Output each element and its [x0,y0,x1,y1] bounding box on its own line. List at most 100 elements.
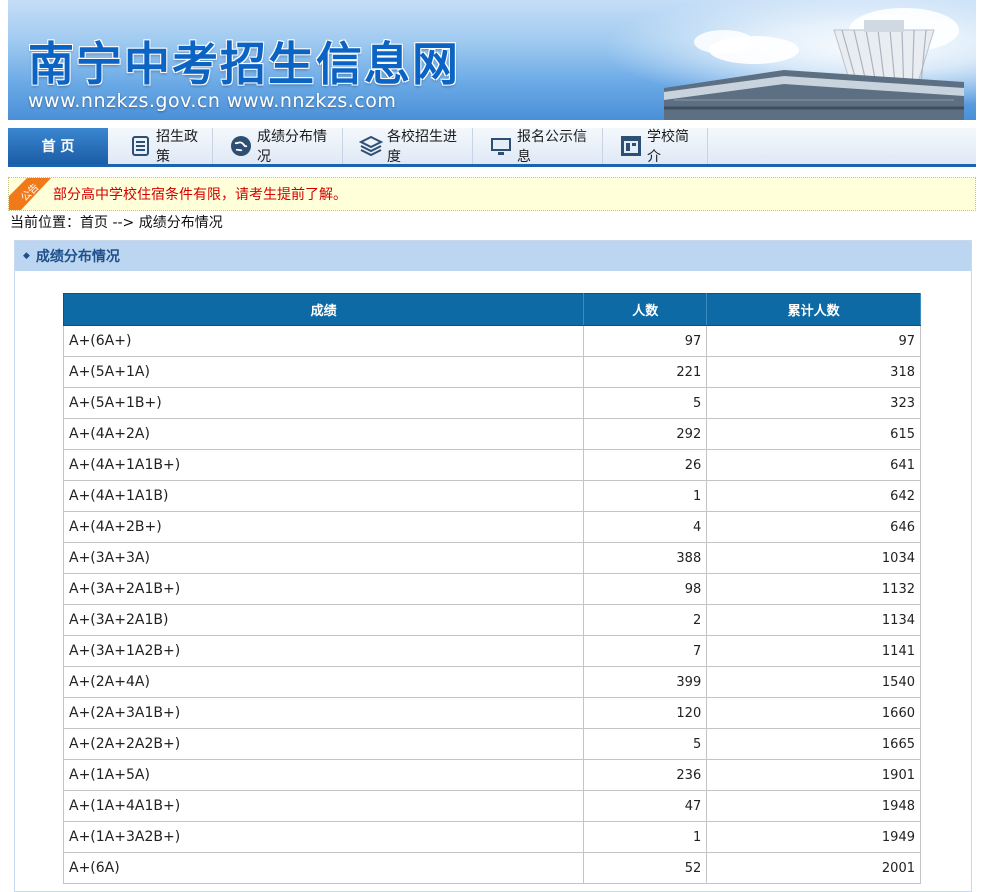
cell-count: 221 [583,356,708,388]
cell-score: A+(2A+3A1B+) [62,697,585,729]
score-distribution-table: 成绩 人数 累计人数 A+(6A+) 97 97 A+(5A+1A) 221 318 A+(… [62,293,921,884]
cell-cumulative: 323 [706,387,921,419]
table-row: A+(1A+3A2B+) 1 1949 [62,821,921,853]
site-banner: 南宁中考招生信息网 www.nnzkzs.gov.cn www.nnzkzs.c… [8,0,976,120]
cell-cumulative: 642 [706,480,921,512]
cell-count: 5 [583,728,708,760]
table-row: A+(4A+2B+) 4 646 [62,511,921,543]
cell-count: 120 [583,697,708,729]
globe-icon [229,134,253,158]
cell-score: A+(5A+1A) [62,356,585,388]
cell-score: A+(3A+1A2B+) [62,635,585,667]
layers-icon [358,134,384,158]
notice-text: 部分高中学校住宿条件有限，请考生提前了解。 [53,187,347,203]
cell-score: A+(5A+1B+) [62,387,585,419]
cell-count: 26 [583,449,708,481]
cell-cumulative: 641 [706,449,921,481]
cell-cumulative: 646 [706,511,921,543]
cell-score: A+(3A+3A) [62,542,585,574]
column-header-cumulative: 累计人数 [706,293,921,326]
column-header-score: 成绩 [62,293,585,326]
convention-center-illustration [664,8,964,120]
window-icon [619,134,643,158]
table-row: A+(1A+4A1B+) 47 1948 [62,790,921,822]
cell-score: A+(4A+1A1B+) [62,449,585,481]
policy-document-icon [128,134,152,158]
cell-cumulative: 1901 [706,759,921,791]
cell-count: 47 [583,790,708,822]
table-row: A+(6A+) 97 97 [62,325,921,357]
cell-score: A+(1A+4A1B+) [62,790,585,822]
table-row: A+(5A+1A) 221 318 [62,356,921,388]
cell-cumulative: 1141 [706,635,921,667]
cell-score: A+(4A+2A) [62,418,585,450]
cell-cumulative: 1948 [706,790,921,822]
table-row: A+(3A+3A) 388 1034 [62,542,921,574]
table-row: A+(2A+4A) 399 1540 [62,666,921,698]
breadcrumb: 当前位置：首页 --> 成绩分布情况 [10,215,223,231]
cell-count: 5 [583,387,708,419]
site-title: 南宁中考招生信息网 [28,37,460,91]
table-row: A+(2A+2A2B+) 5 1665 [62,728,921,760]
nav-school-intro[interactable]: 学校简介 [603,128,708,165]
cell-count: 1 [583,480,708,512]
nav-home[interactable]: 首 页 [8,128,108,164]
cell-cumulative: 1034 [706,542,921,574]
cell-cumulative: 1665 [706,728,921,760]
cell-cumulative: 615 [706,418,921,450]
cell-cumulative: 1134 [706,604,921,636]
cell-count: 4 [583,511,708,543]
table-row: A+(3A+2A1B+) 98 1132 [62,573,921,605]
nav-label: 招生政策 [156,129,198,165]
cell-score: A+(1A+5A) [62,759,585,791]
panel-header: ◆ 成绩分布情况 [15,241,971,271]
cell-count: 399 [583,666,708,698]
cell-count: 236 [583,759,708,791]
cell-count: 388 [583,542,708,574]
table-body: A+(6A+) 97 97 A+(5A+1A) 221 318 A+(5A+1B+) 5 323… [62,325,921,884]
score-panel: ◆ 成绩分布情况 成绩 人数 累计人数 A+(6A+) 97 97 A+(5A+1A)… [14,240,972,892]
nav-school-progress[interactable]: 各校招生进度 [343,128,473,165]
table-row: A+(1A+5A) 236 1901 [62,759,921,791]
cell-cumulative: 97 [706,325,921,357]
cell-score: A+(2A+4A) [62,666,585,698]
nav-registration-notice[interactable]: 报名公示信息 [473,128,603,165]
cell-cumulative: 1660 [706,697,921,729]
monitor-icon [489,134,513,158]
cell-cumulative: 1540 [706,666,921,698]
nav-score-distribution[interactable]: 成绩分布情况 [213,128,343,165]
table-row: A+(2A+3A1B+) 120 1660 [62,697,921,729]
cell-score: A+(6A+) [62,325,585,357]
table-row: A+(3A+1A2B+) 7 1141 [62,635,921,667]
table-header-row: 成绩 人数 累计人数 [62,293,921,326]
diamond-icon: ◆ [23,251,30,261]
cell-count: 2 [583,604,708,636]
nav-home-label: 首 页 [41,139,75,155]
cell-cumulative: 1132 [706,573,921,605]
nav-label: 成绩分布情况 [257,129,327,165]
nav-label: 报名公示信息 [517,129,587,165]
cell-cumulative: 318 [706,356,921,388]
cell-count: 98 [583,573,708,605]
table-row: A+(4A+1A1B) 1 642 [62,480,921,512]
column-header-count: 人数 [583,293,708,326]
panel-title: 成绩分布情况 [35,249,120,265]
table-row: A+(4A+2A) 292 615 [62,418,921,450]
cell-score: A+(3A+2A1B) [62,604,585,636]
cell-count: 97 [583,325,708,357]
notice-badge: 公告 [9,178,51,210]
main-nav: 首 页 招生政策 成绩分布情况 各校招生进度 报名公示信息 学校简介 [8,128,976,167]
cell-score: A+(1A+3A2B+) [62,821,585,853]
cell-score: A+(4A+2B+) [62,511,585,543]
notice-bar: 公告 部分高中学校住宿条件有限，请考生提前了解。 [8,177,976,211]
cell-count: 292 [583,418,708,450]
nav-label: 学校简介 [647,129,689,165]
nav-label: 各校招生进度 [387,129,457,165]
cell-score: A+(2A+2A2B+) [62,728,585,760]
cell-count: 7 [583,635,708,667]
cell-score: A+(3A+2A1B+) [62,573,585,605]
cell-score: A+(4A+1A1B) [62,480,585,512]
nav-admission-policy[interactable]: 招生政策 [108,128,213,165]
cell-cumulative: 1949 [706,821,921,853]
site-domains: www.nnzkzs.gov.cn www.nnzkzs.com [28,90,397,112]
